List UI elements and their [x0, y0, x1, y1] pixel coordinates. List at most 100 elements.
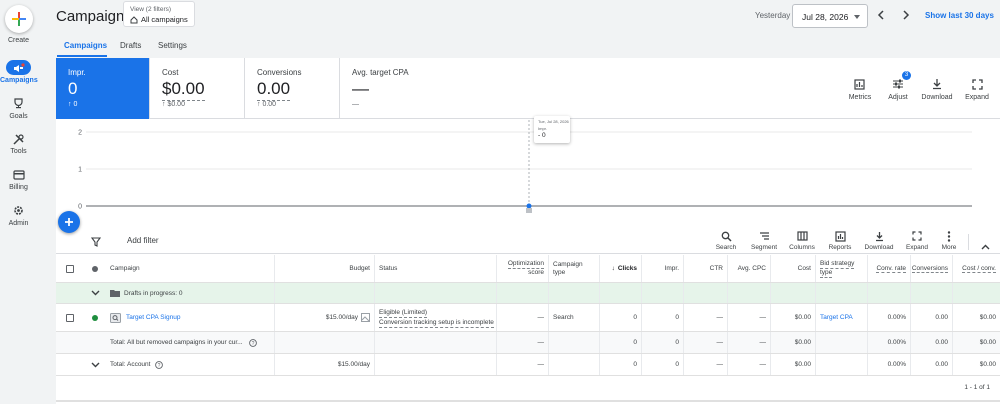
nav-label-campaigns[interactable]: Campaigns — [0, 77, 38, 84]
scorecard-conversions[interactable]: Conversions 0.00 ↑ 0.00 — [245, 58, 340, 119]
segment-icon — [759, 232, 769, 240]
col-status[interactable]: Status — [375, 255, 497, 282]
row-checkbox[interactable] — [56, 304, 84, 331]
col-avg-cpc[interactable]: Avg. CPC — [728, 255, 771, 282]
col-bid-strategy-type[interactable]: Bid strategy type — [816, 255, 868, 282]
expand-account-total-button[interactable] — [84, 354, 106, 375]
conv-rate-value: 0.00% — [868, 304, 911, 331]
col-ctr[interactable]: CTR — [684, 255, 728, 282]
date-picker[interactable]: Jul 28, 2026 — [792, 4, 868, 28]
tab-campaigns[interactable]: Campaigns — [64, 41, 107, 50]
view-filters-label: View (2 filters) — [130, 6, 172, 13]
scorecard-value: 0.00 — [257, 79, 291, 101]
columns-icon — [796, 231, 808, 241]
avg-cpc-value: — — [728, 354, 771, 375]
status-detail: Conversion tracking setup is incomplete — [379, 318, 494, 328]
adjust-badge: 3 — [902, 71, 911, 80]
scorecard-impr[interactable]: Impr. 0 ↑ 0 — [56, 58, 150, 119]
col-cost[interactable]: Cost — [771, 255, 816, 282]
trophy-icon[interactable] — [11, 97, 26, 110]
budget-chart-icon[interactable] — [361, 313, 370, 322]
campaign-name-link[interactable]: Target CPA Signup — [126, 314, 180, 321]
search-button[interactable]: Search — [708, 230, 744, 251]
previous-period-button[interactable] — [875, 9, 887, 21]
expand-chart-button[interactable]: Expand — [957, 77, 997, 101]
status-dot-header — [84, 255, 106, 282]
download-chart-button[interactable]: Download — [917, 77, 957, 101]
view-selector[interactable]: View (2 filters) All campaigns — [123, 1, 195, 27]
add-filter-input[interactable]: Add filter — [127, 236, 159, 245]
col-budget[interactable]: Budget — [275, 255, 375, 282]
show-last-30-days-link[interactable]: Show last 30 days — [925, 11, 994, 20]
scorecard-value: 0 — [68, 79, 78, 98]
scorecard-title: Impr. — [68, 68, 86, 77]
search-campaign-icon — [110, 312, 121, 323]
col-campaign-type-line2: type — [553, 268, 566, 276]
performance-chart: 2 1 0 — [78, 120, 972, 213]
impr-value: 0 — [642, 332, 684, 353]
segment-button[interactable]: Segment — [746, 230, 782, 251]
col-campaign[interactable]: Campaign — [106, 255, 275, 282]
avg-cpc-value: — — [728, 332, 771, 353]
tab-settings[interactable]: Settings — [158, 41, 187, 50]
col-optimization-score[interactable]: Optimization score — [497, 255, 549, 282]
y-tick-label: 0 — [78, 204, 82, 211]
nav-label-tools[interactable]: Tools — [0, 148, 37, 155]
enabled-dot-icon — [92, 314, 98, 321]
filter-icon — [90, 237, 102, 247]
nav-item-campaigns[interactable] — [6, 60, 31, 75]
scorecard-avg-target-cpa[interactable]: Avg. target CPA — — — [340, 58, 435, 119]
folder-icon — [110, 290, 120, 297]
select-all-checkbox[interactable] — [56, 255, 84, 282]
cost-value: $0.00 — [771, 354, 816, 375]
col-campaign-type[interactable]: Campaign type — [549, 255, 600, 282]
col-clicks[interactable]: ↓ Clicks — [600, 255, 642, 282]
gear-icon[interactable] — [11, 204, 26, 217]
col-optimization-score-line2: score — [528, 269, 544, 276]
col-conversions[interactable]: Conversions — [911, 255, 953, 282]
reports-button[interactable]: Reports — [822, 230, 858, 251]
table-header-row: Campaign Budget Status Optimization scor… — [56, 255, 1000, 283]
dropdown-caret-icon — [854, 15, 860, 19]
filter-button[interactable] — [90, 234, 102, 252]
conv-rate-value: 0.00% — [868, 354, 911, 375]
columns-button[interactable]: Columns — [784, 230, 820, 251]
bid-strategy-link[interactable]: Target CPA — [820, 314, 853, 321]
cost-conv-value: $0.00 — [979, 314, 996, 321]
drafts-row[interactable]: Drafts in progress: 0 — [56, 283, 1000, 304]
scorecard-cost[interactable]: Cost $0.00 ↑ $0.00 — [150, 58, 245, 119]
reports-label: Reports — [828, 244, 852, 251]
nav-label-goals[interactable]: Goals — [0, 113, 37, 120]
collapse-chart-button[interactable] — [981, 237, 990, 255]
expand-drafts-button[interactable] — [84, 283, 106, 303]
expand-table-button[interactable]: Expand — [899, 230, 935, 251]
download-table-button[interactable]: Download — [861, 230, 897, 251]
col-conv-rate[interactable]: Conv. rate — [868, 255, 911, 282]
help-icon[interactable]: ? — [155, 360, 164, 369]
download-icon — [875, 231, 883, 241]
tab-drafts[interactable]: Drafts — [120, 41, 141, 50]
scorecards: Impr. 0 ↑ 0 Cost $0.00 ↑ $0.00 Conversio… — [56, 58, 1000, 119]
col-impr[interactable]: Impr. — [642, 255, 684, 282]
expand-icon — [912, 231, 922, 241]
help-icon[interactable]: ? — [248, 338, 257, 347]
credit-card-icon[interactable] — [11, 168, 26, 181]
download-icon — [933, 79, 941, 90]
status-cell[interactable]: Eligible (Limited) Conversion tracking s… — [375, 304, 497, 331]
chart-tooltip: Tue, Jul 28, 2026 Impr. - 0 — [534, 116, 570, 143]
chevron-up-icon — [981, 244, 990, 250]
chevron-down-icon — [91, 362, 99, 367]
opt-score-value: — — [497, 332, 549, 353]
col-cost-conv[interactable]: Cost / conv. — [953, 255, 1000, 282]
adjust-button[interactable]: 3 Adjust — [878, 71, 918, 101]
metrics-button[interactable]: Metrics — [840, 77, 880, 101]
data-point[interactable] — [526, 203, 532, 209]
nav-label-billing[interactable]: Billing — [0, 184, 37, 191]
status-dot-icon — [92, 265, 98, 272]
create-button[interactable] — [5, 5, 33, 33]
nav-label-admin[interactable]: Admin — [0, 220, 37, 227]
next-period-button[interactable] — [900, 9, 912, 21]
tools-icon[interactable] — [11, 133, 26, 146]
more-button[interactable]: More — [931, 230, 967, 251]
col-optimization-score-line1: Optimization — [507, 260, 544, 269]
